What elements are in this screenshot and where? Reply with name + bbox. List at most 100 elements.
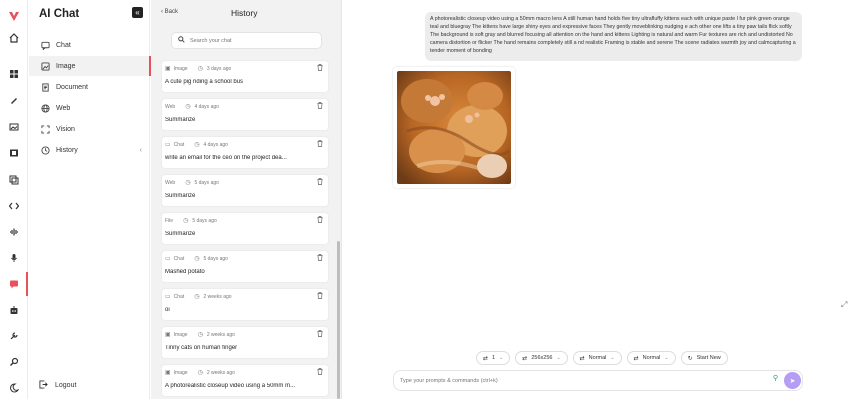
history-item[interactable]: ▭ Chat ◷ 5 days ago Mashed potato bbox=[161, 250, 329, 283]
history-item-type: File bbox=[165, 217, 174, 224]
trash-icon[interactable] bbox=[317, 178, 323, 187]
image-size-select[interactable]: ⇄ 256x256 ⌄ bbox=[515, 351, 568, 365]
style-select[interactable]: ⇄ Normal ⌄ bbox=[626, 351, 676, 365]
chat-type-icon: ▭ bbox=[165, 256, 171, 262]
history-item[interactable]: ▣ Image ◷ 3 days ago A cute pig riding a sch… bbox=[161, 60, 329, 93]
clock-icon: ◷ bbox=[185, 104, 191, 110]
image-count-select[interactable]: ⇄ 1 ⌄ bbox=[476, 351, 511, 365]
history-search[interactable] bbox=[171, 32, 322, 49]
sliders-icon: ⇄ bbox=[483, 355, 489, 362]
history-item-time-label: 5 days ago bbox=[194, 179, 219, 186]
history-item-time-label: 2 weeks ago bbox=[206, 369, 235, 376]
history-item-time-label: 3 days ago bbox=[206, 65, 232, 72]
app-root: AI Chat « Chat Image Document Web Vision… bbox=[0, 0, 854, 399]
trash-icon[interactable] bbox=[317, 64, 323, 73]
audio-wave-icon[interactable] bbox=[5, 223, 23, 241]
start-new-button[interactable]: ↻ Start New bbox=[680, 351, 728, 365]
prompt-box[interactable]: ⚲ bbox=[393, 370, 803, 391]
history-item-meta: ▣ Image ◷ 2 weeks ago bbox=[165, 331, 235, 339]
chat-type-icon: ▭ bbox=[165, 142, 171, 148]
history-item[interactable]: ▣ Image ◷ 2 weeks ago Tinny cats on human fi… bbox=[161, 326, 329, 359]
quality-select[interactable]: ⇄ Normal ⌄ bbox=[572, 351, 622, 365]
trash-icon[interactable] bbox=[317, 330, 323, 339]
brand-logo-icon[interactable] bbox=[5, 7, 23, 25]
document-icon bbox=[39, 81, 51, 93]
history-item[interactable]: ▭ Chat ◷ 4 days ago write an email for the c… bbox=[161, 136, 329, 169]
send-button[interactable]: ➤ bbox=[784, 372, 801, 389]
sidebar-item-image[interactable]: Image bbox=[29, 56, 151, 76]
history-item-time: ◷ 3 days ago bbox=[197, 65, 232, 73]
trash-icon[interactable] bbox=[317, 102, 323, 111]
microphone-icon[interactable] bbox=[5, 249, 23, 267]
history-item-time: ◷ 4 days ago bbox=[185, 103, 219, 111]
logout-button[interactable]: Logout bbox=[39, 380, 76, 391]
prompt-input[interactable] bbox=[400, 377, 750, 384]
trash-icon[interactable] bbox=[317, 216, 323, 225]
generated-kitten-image[interactable] bbox=[397, 71, 511, 184]
clock-icon: ◷ bbox=[194, 256, 200, 262]
video-icon[interactable] bbox=[5, 144, 23, 162]
trash-icon[interactable] bbox=[317, 368, 323, 377]
history-item-type: Image bbox=[173, 331, 188, 338]
code-icon[interactable] bbox=[5, 197, 23, 215]
clock-icon: ◷ bbox=[185, 180, 191, 186]
history-item-type: Chat bbox=[173, 141, 185, 148]
chat-type-icon: ▭ bbox=[165, 294, 171, 300]
image-type-icon: ▣ bbox=[165, 370, 171, 376]
bot-icon[interactable] bbox=[5, 301, 23, 319]
image-type-icon: ▣ bbox=[165, 332, 171, 338]
image-icon bbox=[39, 60, 51, 72]
clock-icon: ◷ bbox=[194, 142, 200, 148]
history-item-text: A photorealistic closeup video using a 5… bbox=[165, 383, 296, 389]
history-item-time-label: 2 weeks ago bbox=[203, 293, 232, 300]
scrollbar-thumb[interactable] bbox=[337, 241, 340, 399]
back-button[interactable]: ‹ Back bbox=[161, 9, 178, 15]
history-item[interactable]: Web ◷ 5 days ago Summarize bbox=[161, 174, 329, 207]
start-new-label: Start New bbox=[696, 355, 721, 361]
history-item[interactable]: ▣ Image ◷ 2 weeks ago A photorealistic close… bbox=[161, 364, 329, 397]
clock-icon: ◷ bbox=[197, 332, 203, 338]
sidebar-item-label: Document bbox=[56, 83, 88, 91]
history-item[interactable]: ▭ Chat ◷ 2 weeks ago oi bbox=[161, 288, 329, 321]
sliders-icon: ⇄ bbox=[633, 355, 639, 362]
history-item-type: Chat bbox=[173, 293, 185, 300]
sidebar-item-label: History bbox=[56, 146, 78, 154]
history-item-time-label: 4 days ago bbox=[194, 103, 219, 110]
pen-icon[interactable] bbox=[5, 91, 23, 109]
history-item[interactable]: File ◷ 5 days ago Summarize bbox=[161, 212, 329, 245]
history-scrollbar[interactable] bbox=[337, 56, 340, 399]
vision-icon bbox=[39, 123, 51, 135]
generation-controls: ⇄ 1 ⌄ ⇄ 256x256 ⌄ ⇄ Normal ⌄ ⇄ Normal ⌄ … bbox=[476, 351, 728, 365]
sidebar-item-chat[interactable]: Chat bbox=[29, 35, 150, 55]
trash-icon[interactable] bbox=[317, 140, 323, 149]
history-item-meta: ▣ Image ◷ 2 weeks ago bbox=[165, 369, 235, 377]
history-item-text: Mashed potato bbox=[165, 269, 205, 275]
image-count-value: 1 bbox=[492, 355, 496, 361]
search-rail-icon[interactable] bbox=[5, 353, 23, 371]
attachment-icon[interactable]: ⚲ bbox=[773, 374, 778, 382]
dark-mode-icon[interactable] bbox=[5, 379, 23, 397]
collapse-sidebar-button[interactable]: « bbox=[132, 7, 143, 18]
history-item-meta: ▣ Image ◷ 3 days ago bbox=[165, 65, 232, 73]
generated-image-card[interactable] bbox=[393, 67, 515, 188]
history-item-meta: Web ◷ 4 days ago bbox=[165, 103, 219, 111]
trash-icon[interactable] bbox=[317, 292, 323, 301]
picture-icon[interactable] bbox=[5, 118, 23, 136]
clock-icon: ◷ bbox=[197, 66, 203, 72]
clock-icon: ◷ bbox=[183, 218, 189, 224]
chevron-down-icon: ⌄ bbox=[556, 355, 561, 361]
gallery-icon[interactable] bbox=[5, 171, 23, 189]
dashboard-icon[interactable] bbox=[5, 65, 23, 83]
home-icon[interactable] bbox=[5, 29, 23, 47]
sidebar-item-vision[interactable]: Vision bbox=[29, 119, 150, 139]
tools-icon[interactable] bbox=[5, 327, 23, 345]
sidebar-item-document[interactable]: Document bbox=[29, 77, 150, 97]
chat-ai-icon[interactable] bbox=[5, 275, 23, 293]
sidebar-item-web[interactable]: Web bbox=[29, 98, 150, 118]
trash-icon[interactable] bbox=[317, 254, 323, 263]
history-search-input[interactable] bbox=[190, 37, 310, 44]
sidebar-item-history[interactable]: History ‹ bbox=[29, 140, 150, 160]
logout-label: Logout bbox=[55, 382, 77, 389]
expand-icon[interactable]: ⤢ bbox=[841, 300, 847, 310]
history-item[interactable]: Web ◷ 4 days ago Summarize bbox=[161, 98, 329, 131]
